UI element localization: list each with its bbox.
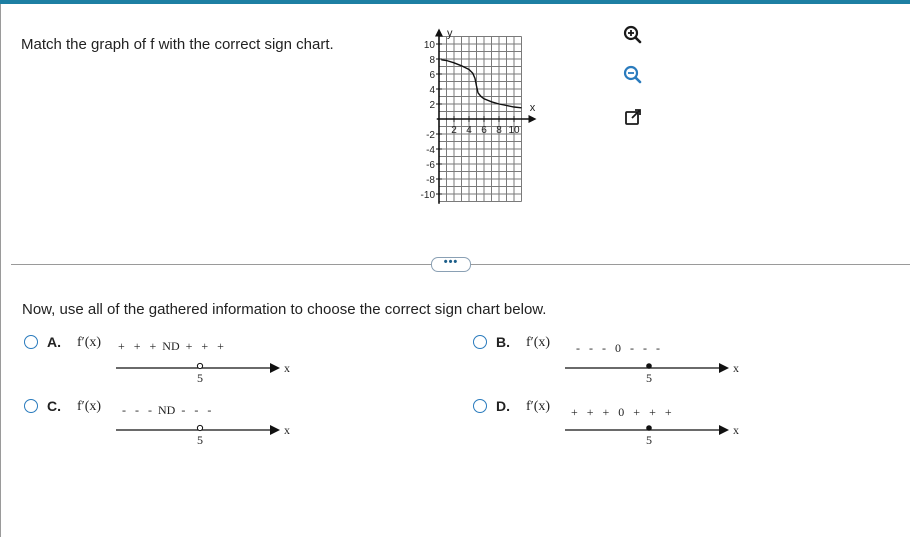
y-tick-label: -10 (421, 190, 436, 201)
y-tick-label: -4 (426, 145, 435, 156)
open-point (196, 362, 204, 370)
y-tick-label: -2 (426, 130, 435, 141)
y-tick-label: 4 (429, 85, 435, 96)
y-tick-label: 2 (429, 100, 435, 111)
radio-button[interactable] (473, 335, 487, 349)
y-tick-label: -6 (426, 160, 435, 171)
point-label: 5 (646, 371, 652, 385)
x-tick-label: 10 (508, 125, 520, 136)
x-axis-arrow (528, 115, 537, 123)
option-letter: B. (496, 334, 510, 350)
y-tick-label: 8 (429, 55, 435, 66)
top-accent-bar (0, 0, 910, 4)
expand-icon[interactable] (620, 104, 646, 130)
sign-chart-b: x5 (565, 361, 739, 385)
question-prompt: Match the graph of f with the correct si… (21, 36, 334, 53)
axis-label: x (733, 361, 739, 375)
instruction-text: Now, use all of the gathered information… (22, 301, 547, 318)
x-tick-label: 8 (496, 125, 502, 136)
axis-label: x (284, 361, 290, 375)
sign-chart-a: x5 (116, 361, 290, 385)
y-axis-label: y (447, 28, 453, 40)
closed-point (646, 425, 652, 431)
left-border (0, 4, 1, 537)
y-tick-label: -8 (426, 175, 435, 186)
derivative-label: f′(x) (526, 399, 551, 414)
axis-label: x (284, 423, 290, 437)
option-letter: C. (47, 398, 61, 414)
sign-chart-d: x5 (565, 423, 739, 447)
x-tick-label: 2 (451, 125, 457, 136)
option-letter: A. (47, 334, 61, 350)
point-label: 5 (197, 371, 203, 385)
open-point (196, 424, 204, 432)
derivative-label: f′(x) (526, 335, 551, 350)
radio-button[interactable] (24, 335, 38, 349)
radio-button[interactable] (473, 399, 487, 413)
number-line-arrow (270, 363, 280, 373)
derivative-label: f′(x) (77, 335, 102, 350)
radio-button[interactable] (24, 399, 38, 413)
number-line-arrow (270, 425, 280, 435)
x-tick-label: 4 (466, 125, 472, 136)
y-tick-label: 10 (424, 40, 436, 51)
zoom-in-icon[interactable] (620, 22, 646, 48)
closed-point (646, 363, 652, 369)
function-graph: yx2 4 6 8 10108642-2-4-6-8-10 (421, 28, 537, 204)
option-letter: D. (496, 398, 510, 414)
zoom-out-icon[interactable] (620, 62, 646, 88)
sign-chart-signs: - - - 0 - - - (576, 341, 660, 355)
x-axis-label: x (530, 102, 536, 114)
more-button[interactable]: ••• (431, 257, 471, 272)
derivative-label: f′(x) (77, 399, 102, 414)
number-line-arrow (719, 425, 729, 435)
point-label: 5 (646, 433, 652, 447)
y-axis-arrow (435, 28, 443, 37)
axis-label: x (733, 423, 739, 437)
x-tick-label: 6 (481, 125, 487, 136)
number-line-arrow (719, 363, 729, 373)
sign-chart-signs: - - - ND - - - (122, 403, 212, 417)
sign-chart-signs: + + + ND + + + (118, 339, 224, 353)
sign-chart-c: x5 (116, 423, 290, 447)
y-tick-label: 6 (429, 70, 435, 81)
point-label: 5 (197, 433, 203, 447)
